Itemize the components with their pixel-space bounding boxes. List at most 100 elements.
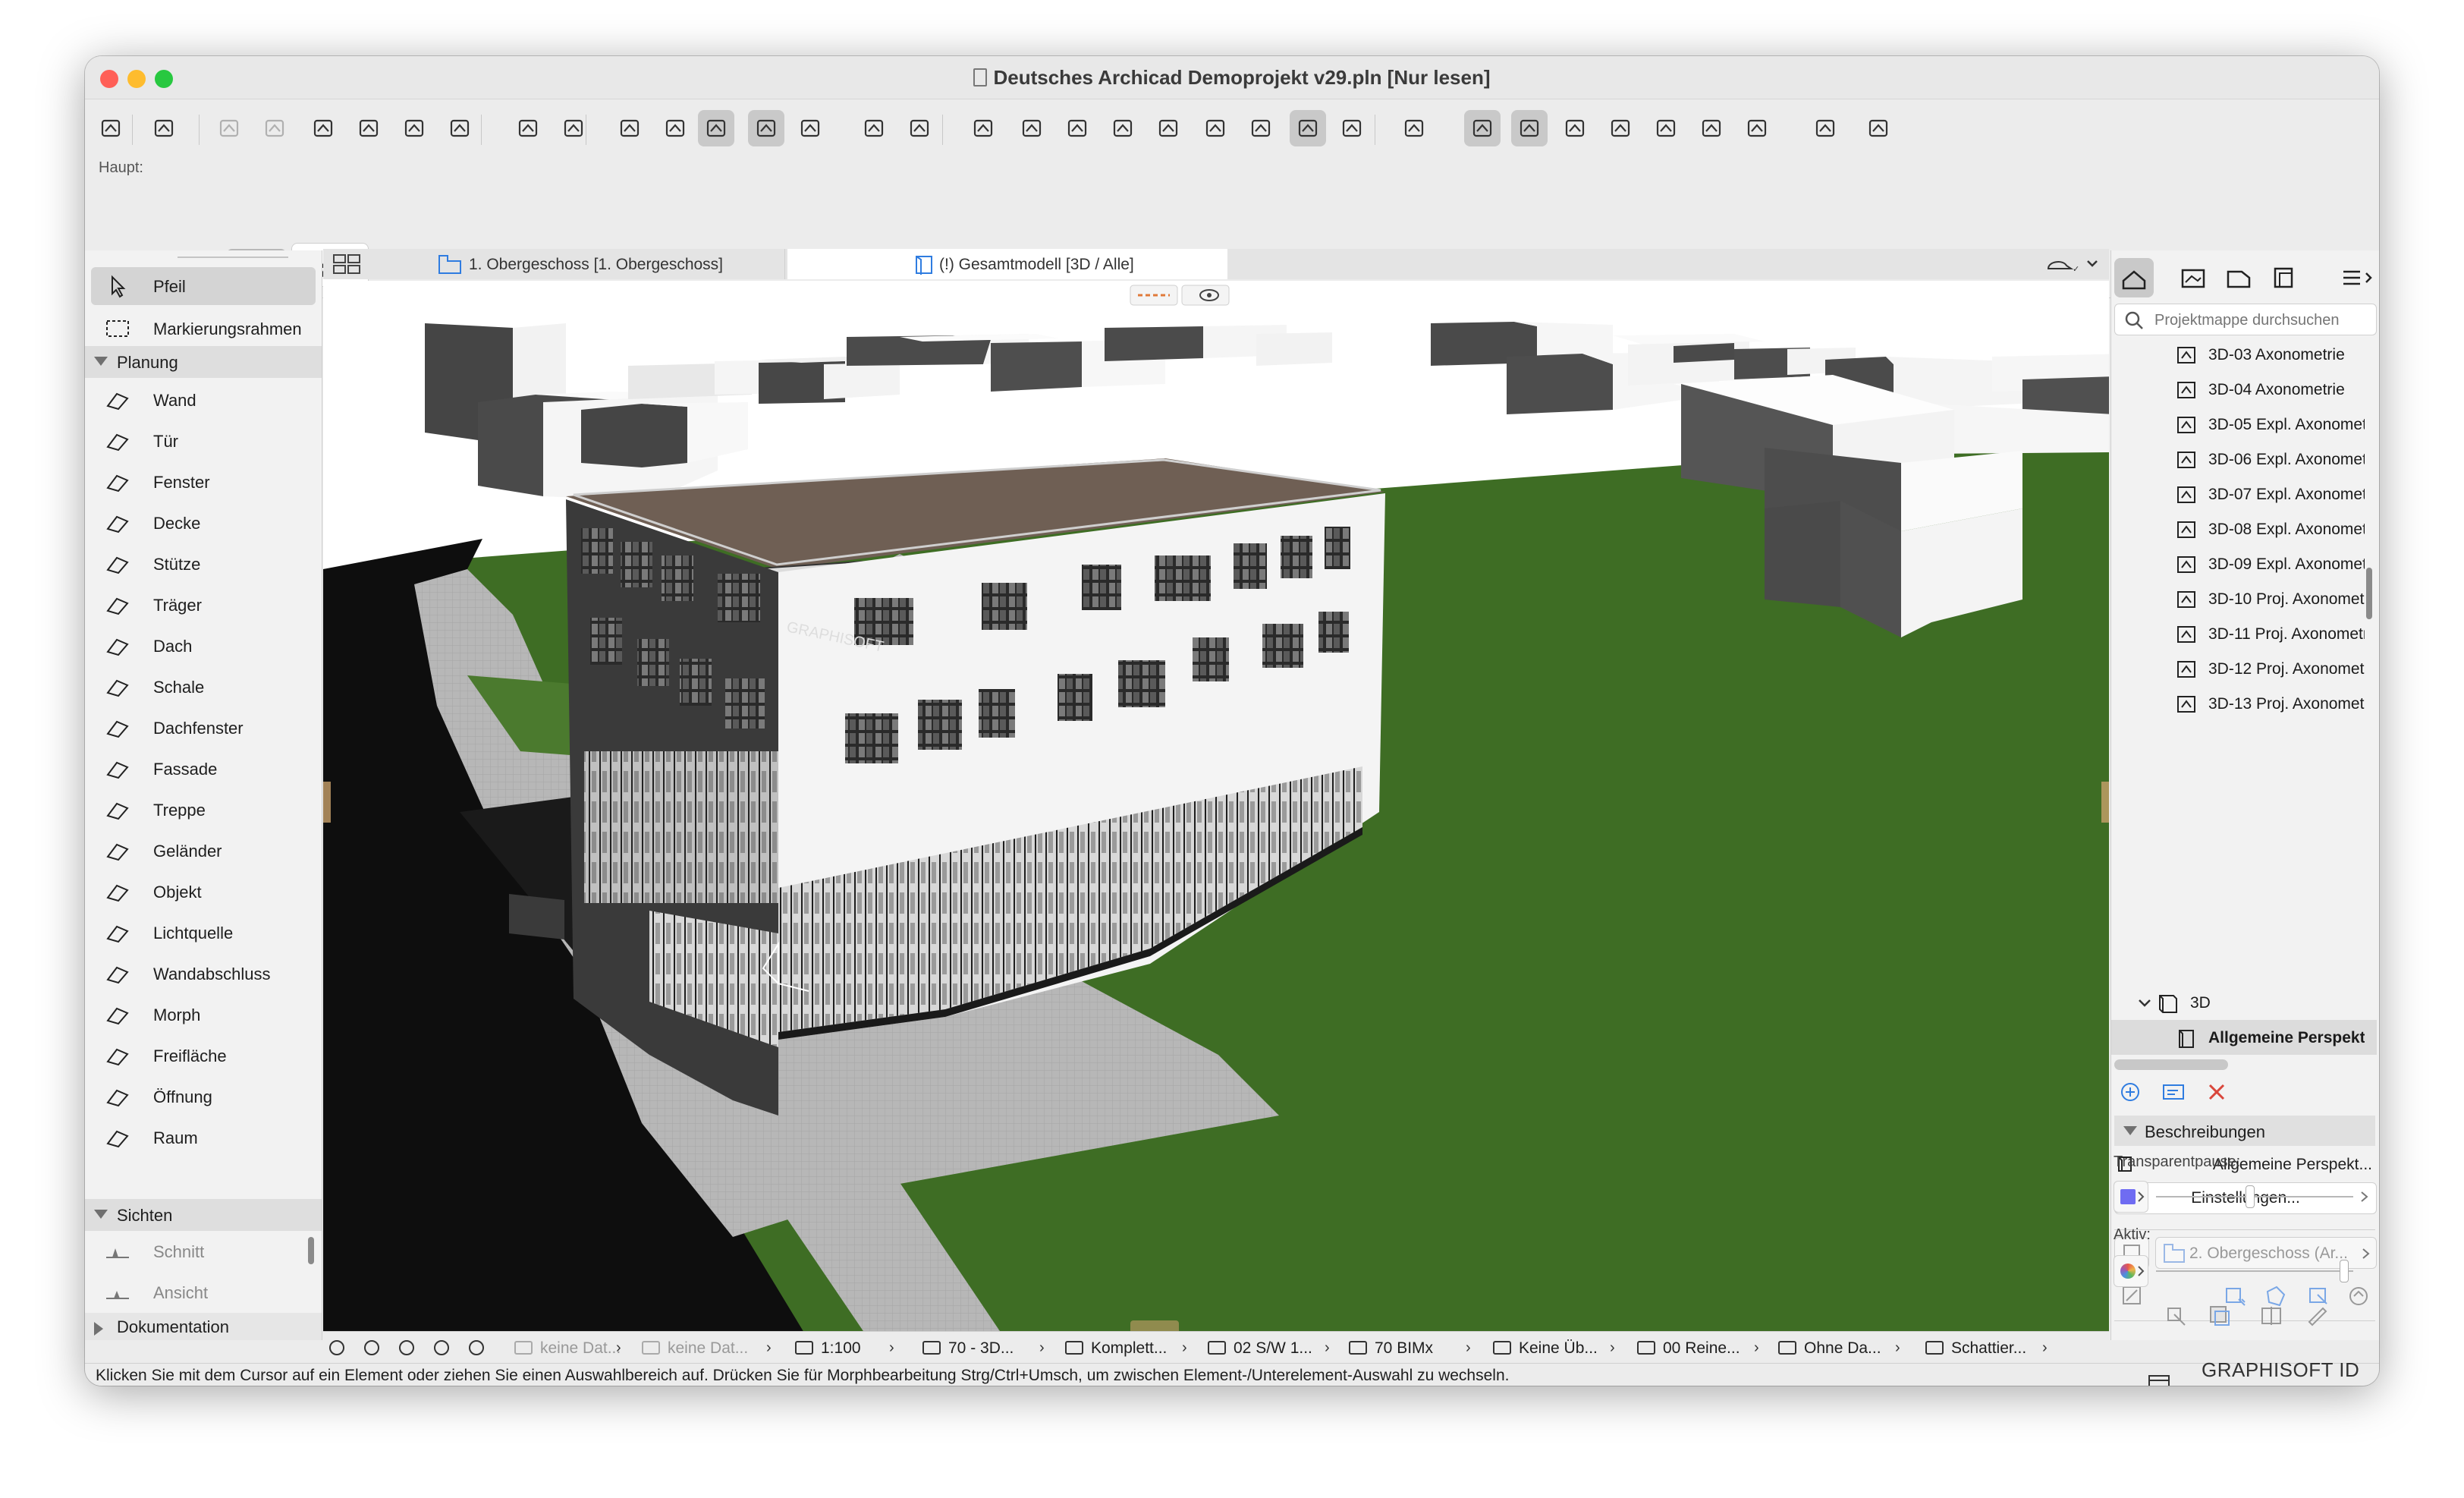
view-options-dropdown[interactable]: ✓ xyxy=(2041,252,2104,276)
quick-option-5[interactable]: 02 S/W 1... › xyxy=(1206,1332,1335,1364)
tool-öffnung[interactable]: Öffnung xyxy=(91,1078,316,1116)
horizontal-scrollbar[interactable] xyxy=(2114,1059,2228,1070)
marquee-button[interactable] xyxy=(748,110,784,146)
quick-option-4[interactable]: Komplett... › xyxy=(1064,1332,1193,1364)
magic-wand-button[interactable] xyxy=(442,110,478,146)
descriptions-section[interactable]: Beschreibungen xyxy=(2114,1116,2375,1146)
toolbox-grip[interactable] xyxy=(178,256,288,258)
quick-option-8[interactable]: 00 Reine... › xyxy=(1636,1332,1765,1364)
tree-item-view[interactable]: 3D-12 Proj. Axonometrie xyxy=(2111,651,2377,686)
tool-dach[interactable]: Dach xyxy=(91,627,316,665)
home-button[interactable] xyxy=(93,110,129,146)
tool-raum[interactable]: Raum xyxy=(91,1119,316,1157)
window-layout-icon[interactable] xyxy=(2147,1372,2173,1386)
tool-freifläche[interactable]: Freifläche xyxy=(91,1037,316,1075)
tool-schnitt[interactable]: Schnitt xyxy=(91,1232,316,1270)
new-view-button[interactable] xyxy=(2119,1081,2142,1103)
tool-tür[interactable]: Tür xyxy=(91,422,316,460)
vertical-scrollbar[interactable] xyxy=(2366,568,2372,619)
active-slider-track[interactable] xyxy=(2156,1270,2353,1272)
undo-view-button[interactable] xyxy=(326,1337,349,1358)
delete-button[interactable] xyxy=(2205,1081,2228,1103)
walk-button[interactable] xyxy=(466,1337,489,1358)
renovation-button[interactable] xyxy=(1396,110,1432,146)
undo-button[interactable] xyxy=(211,110,247,146)
offset-button[interactable] xyxy=(1602,110,1639,146)
tool-markierungsrahmen[interactable]: Markierungsrahmen xyxy=(91,310,316,348)
right-edge-handle[interactable] xyxy=(2101,782,2109,823)
graphisoft-id[interactable]: GRAPHISOFT ID xyxy=(2202,1358,2359,1382)
tree-item-view[interactable]: 3D-11 Proj. Axonometrie xyxy=(2111,616,2377,651)
tool-ansicht[interactable]: Ansicht xyxy=(91,1273,316,1311)
view-map-tab[interactable] xyxy=(2173,258,2213,297)
teamwork-button[interactable] xyxy=(1739,110,1775,146)
fillet-button[interactable] xyxy=(1648,110,1684,146)
settings-button[interactable] xyxy=(1059,110,1095,146)
quick-option-7[interactable]: Keine Üb... › xyxy=(1491,1332,1620,1364)
redo-view-button[interactable] xyxy=(361,1337,384,1358)
tool-treppe[interactable]: Treppe xyxy=(91,791,316,829)
transparency-color-picker[interactable] xyxy=(2114,1181,2148,1213)
tree-item-view[interactable]: 3D-10 Proj. Axonometrie xyxy=(2111,581,2377,616)
category-sichten[interactable]: Sichten xyxy=(85,1199,322,1231)
roof-button[interactable] xyxy=(1693,110,1730,146)
tool-decke[interactable]: Decke xyxy=(91,504,316,542)
lock-button[interactable] xyxy=(792,110,828,146)
publish-button[interactable] xyxy=(1860,110,1897,146)
redo-button[interactable] xyxy=(256,110,293,146)
tool-pfeil[interactable]: Pfeil xyxy=(91,267,316,305)
cloud-button[interactable] xyxy=(1197,110,1234,146)
layout-book-tab[interactable] xyxy=(2219,258,2258,297)
tool-wandabschluss[interactable]: Wandabschluss xyxy=(91,955,316,993)
3d-viewport[interactable]: GRAPHISOFT xyxy=(323,281,2109,1340)
trace-button[interactable] xyxy=(965,110,1001,146)
tool-träger[interactable]: Träger xyxy=(91,586,316,624)
tree-item-view[interactable]: 3D-07 Expl. Axonometrie xyxy=(2111,477,2377,511)
tool-fenster[interactable]: Fenster xyxy=(91,463,316,501)
pick-up-button[interactable] xyxy=(305,110,341,146)
chevron-right-icon[interactable] xyxy=(2359,1190,2370,1204)
quick-option-3[interactable]: 70 - 3D... › xyxy=(921,1332,1050,1364)
eye-visibility-control[interactable] xyxy=(1181,285,1230,306)
tool-lichtquelle[interactable]: Lichtquelle xyxy=(91,914,316,952)
pick-up-view-icon[interactable] xyxy=(2164,1304,2189,1328)
guide-line-button[interactable] xyxy=(611,110,648,146)
filter-button[interactable] xyxy=(1334,110,1370,146)
schedule-button[interactable] xyxy=(1243,110,1279,146)
tool-wand[interactable]: Wand xyxy=(91,381,316,419)
publisher-sets-tab[interactable] xyxy=(2264,258,2304,297)
edit-view-icon[interactable] xyxy=(2305,1304,2330,1328)
project-map-tab[interactable] xyxy=(2114,258,2154,297)
syringe-button[interactable] xyxy=(396,110,432,146)
quick-option-9[interactable]: Ohne Da... › xyxy=(1777,1332,1906,1364)
left-edge-handle[interactable] xyxy=(323,782,331,823)
mirror-view-icon[interactable] xyxy=(2259,1304,2285,1328)
3d-grid-button[interactable] xyxy=(698,110,734,146)
tool-schale[interactable]: Schale xyxy=(91,668,316,706)
section-box-button[interactable] xyxy=(901,110,938,146)
layout-button[interactable] xyxy=(1105,110,1141,146)
tree-item-view[interactable]: 3D-03 Axonometrie xyxy=(2111,337,2377,372)
inject-view-icon[interactable] xyxy=(2208,1304,2233,1328)
adjust-button[interactable] xyxy=(1511,110,1548,146)
tree-item-view[interactable]: 3D-13 Proj. Axonometrie xyxy=(2111,686,2377,721)
snap-button[interactable] xyxy=(510,110,546,146)
tree-folder-3d[interactable]: 3D xyxy=(2111,985,2377,1020)
quick-option-0[interactable]: keine Dat... › xyxy=(513,1332,627,1364)
orbit-button[interactable] xyxy=(431,1337,454,1358)
layer-button[interactable] xyxy=(856,110,892,146)
category-planung[interactable]: Planung xyxy=(85,346,322,378)
transparency-slider-track[interactable] xyxy=(2156,1196,2353,1197)
tree-item-view[interactable]: 3D-05 Expl. Axonometrie xyxy=(2111,407,2377,442)
tool-fassade[interactable]: Fassade xyxy=(91,750,316,788)
save-button[interactable] xyxy=(146,110,182,146)
tool-objekt[interactable]: Objekt xyxy=(91,873,316,911)
active-color-picker[interactable] xyxy=(2114,1255,2148,1287)
new-folder-button[interactable] xyxy=(2161,1081,2186,1103)
tree-item-view[interactable]: 3D-08 Expl. Axonometrie xyxy=(2111,511,2377,546)
tree-item-view[interactable]: 3D-04 Axonometrie xyxy=(2111,372,2377,407)
navigator-menu-button[interactable] xyxy=(2336,258,2378,297)
category-dokumentation[interactable]: Dokumentation xyxy=(85,1313,322,1340)
tab-gesamtmodell[interactable]: (!) Gesamtmodell [3D / Alle] xyxy=(787,249,1227,279)
tool-morph[interactable]: Morph xyxy=(91,996,316,1034)
